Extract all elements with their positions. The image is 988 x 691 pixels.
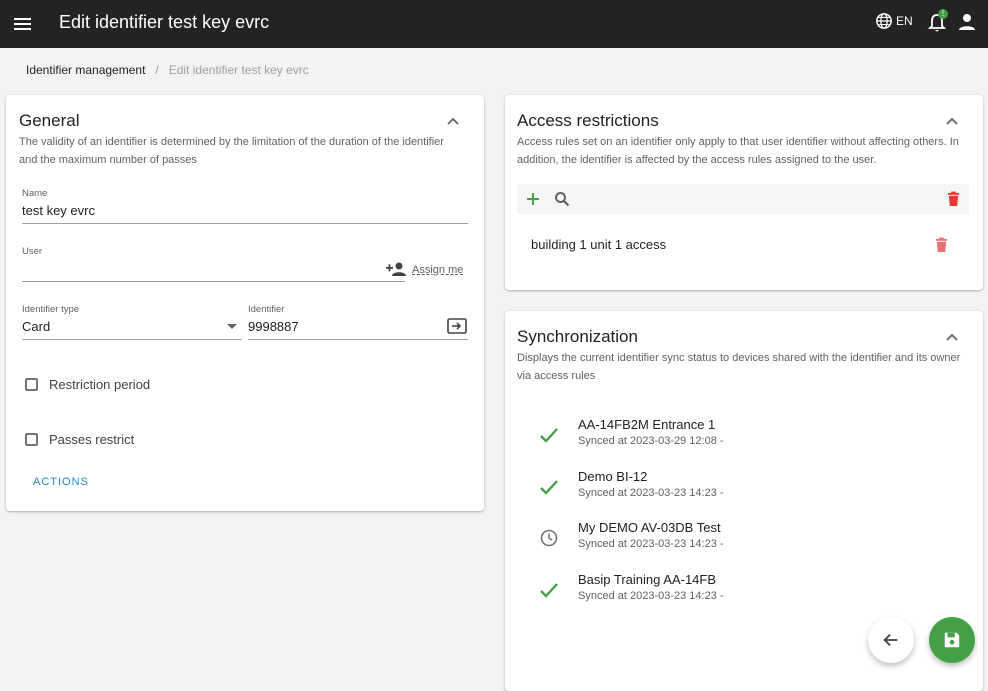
sync-list-item: Demo BI-12 Synced at 2023-03-23 14:23 - — [505, 469, 985, 509]
general-title: General — [19, 111, 80, 130]
access-restrictions-card: Access restrictions Access rules set on … — [505, 95, 983, 290]
breadcrumb-parent-link[interactable]: Identifier management — [26, 63, 145, 77]
identifier-type-label: Identifier type — [22, 304, 80, 315]
identifier-type-select[interactable]: Card — [22, 319, 222, 334]
breadcrumb-separator: / — [155, 63, 159, 77]
sync-device-name: Basip Training AA-14FB — [578, 572, 717, 587]
sync-status: Synced at 2023-03-23 14:23 - — [578, 487, 724, 499]
add-person-icon[interactable] — [385, 261, 407, 277]
menu-icon[interactable] — [13, 14, 33, 34]
restriction-period-checkbox[interactable] — [25, 378, 38, 391]
save-icon — [944, 632, 960, 648]
chevron-up-icon[interactable] — [945, 114, 959, 128]
sync-device-name: Demo BI-12 — [578, 469, 648, 484]
name-underline — [22, 223, 468, 224]
sync-status: Synced at 2023-03-29 12:08 - — [578, 435, 724, 447]
check-icon — [540, 428, 558, 443]
notification-badge: ! — [938, 9, 948, 19]
search-icon[interactable] — [554, 191, 570, 207]
user-label: User — [22, 246, 43, 257]
identifier-input[interactable]: 9998887 — [248, 319, 428, 334]
chevron-up-icon[interactable] — [945, 330, 959, 344]
identifier-label: Identifier — [248, 304, 285, 315]
access-toolbar — [517, 184, 969, 214]
sync-list-item: AA-14FB2M Entrance 1 Synced at 2023-03-2… — [505, 417, 985, 457]
notifications-button[interactable]: ! — [927, 9, 948, 34]
user-underline — [22, 281, 405, 282]
sync-device-name: My DEMO AV-03DB Test — [578, 520, 721, 535]
sync-list-item: Basip Training AA-14FB Synced at 2023-03… — [505, 572, 985, 612]
breadcrumb-current: Edit identifier test key evrc — [168, 63, 309, 77]
delete-all-icon[interactable] — [947, 191, 960, 207]
globe-icon — [876, 13, 892, 29]
user-input[interactable] — [22, 261, 382, 277]
sync-description: Displays the current identifier sync sta… — [517, 352, 961, 382]
sync-title: Synchronization — [517, 327, 638, 346]
access-rule-label: building 1 unit 1 access — [531, 237, 667, 252]
check-icon — [540, 583, 558, 598]
breadcrumb: Identifier management / Edit identifier … — [26, 63, 309, 77]
name-label: Name — [22, 188, 48, 199]
language-switcher[interactable]: EN — [875, 12, 913, 30]
chevron-up-icon[interactable] — [446, 114, 460, 128]
passes-restrict-label: Passes restrict — [49, 432, 135, 447]
identifier-type-underline — [22, 339, 242, 340]
language-label: EN — [896, 14, 913, 28]
read-identifier-icon[interactable] — [447, 318, 467, 334]
identifier-underline — [248, 339, 468, 340]
sync-status: Synced at 2023-03-23 14:23 - — [578, 538, 724, 550]
top-app-bar: Edit identifier test key evrc EN ! — [0, 0, 988, 48]
access-description: Access rules set on an identifier only a… — [517, 136, 959, 166]
delete-rule-icon[interactable] — [935, 237, 948, 253]
add-icon[interactable] — [526, 192, 540, 206]
actions-button[interactable]: ACTIONS — [33, 476, 89, 488]
account-icon[interactable] — [957, 12, 977, 32]
sync-status: Synced at 2023-03-23 14:23 - — [578, 590, 724, 602]
restriction-period-label: Restriction period — [49, 377, 151, 392]
arrow-left-icon — [883, 633, 898, 647]
page-title: Edit identifier test key evrc — [59, 12, 270, 32]
general-card: General The validity of an identifier is… — [6, 95, 484, 511]
assign-me-link[interactable]: Assign me — [412, 264, 463, 276]
save-button[interactable] — [929, 617, 975, 663]
name-input[interactable]: test key evrc — [22, 203, 462, 218]
dropdown-arrow-icon[interactable] — [227, 324, 237, 330]
passes-restrict-checkbox[interactable] — [25, 433, 38, 446]
general-description: The validity of an identifier is determi… — [19, 136, 444, 166]
access-title: Access restrictions — [517, 111, 659, 130]
access-rule-item[interactable]: building 1 unit 1 access — [531, 237, 666, 252]
back-button[interactable] — [868, 617, 914, 663]
check-icon — [540, 480, 558, 495]
sync-list-item: My DEMO AV-03DB Test Synced at 2023-03-2… — [505, 520, 985, 560]
clock-icon — [540, 529, 558, 547]
sync-device-name: AA-14FB2M Entrance 1 — [578, 417, 716, 432]
